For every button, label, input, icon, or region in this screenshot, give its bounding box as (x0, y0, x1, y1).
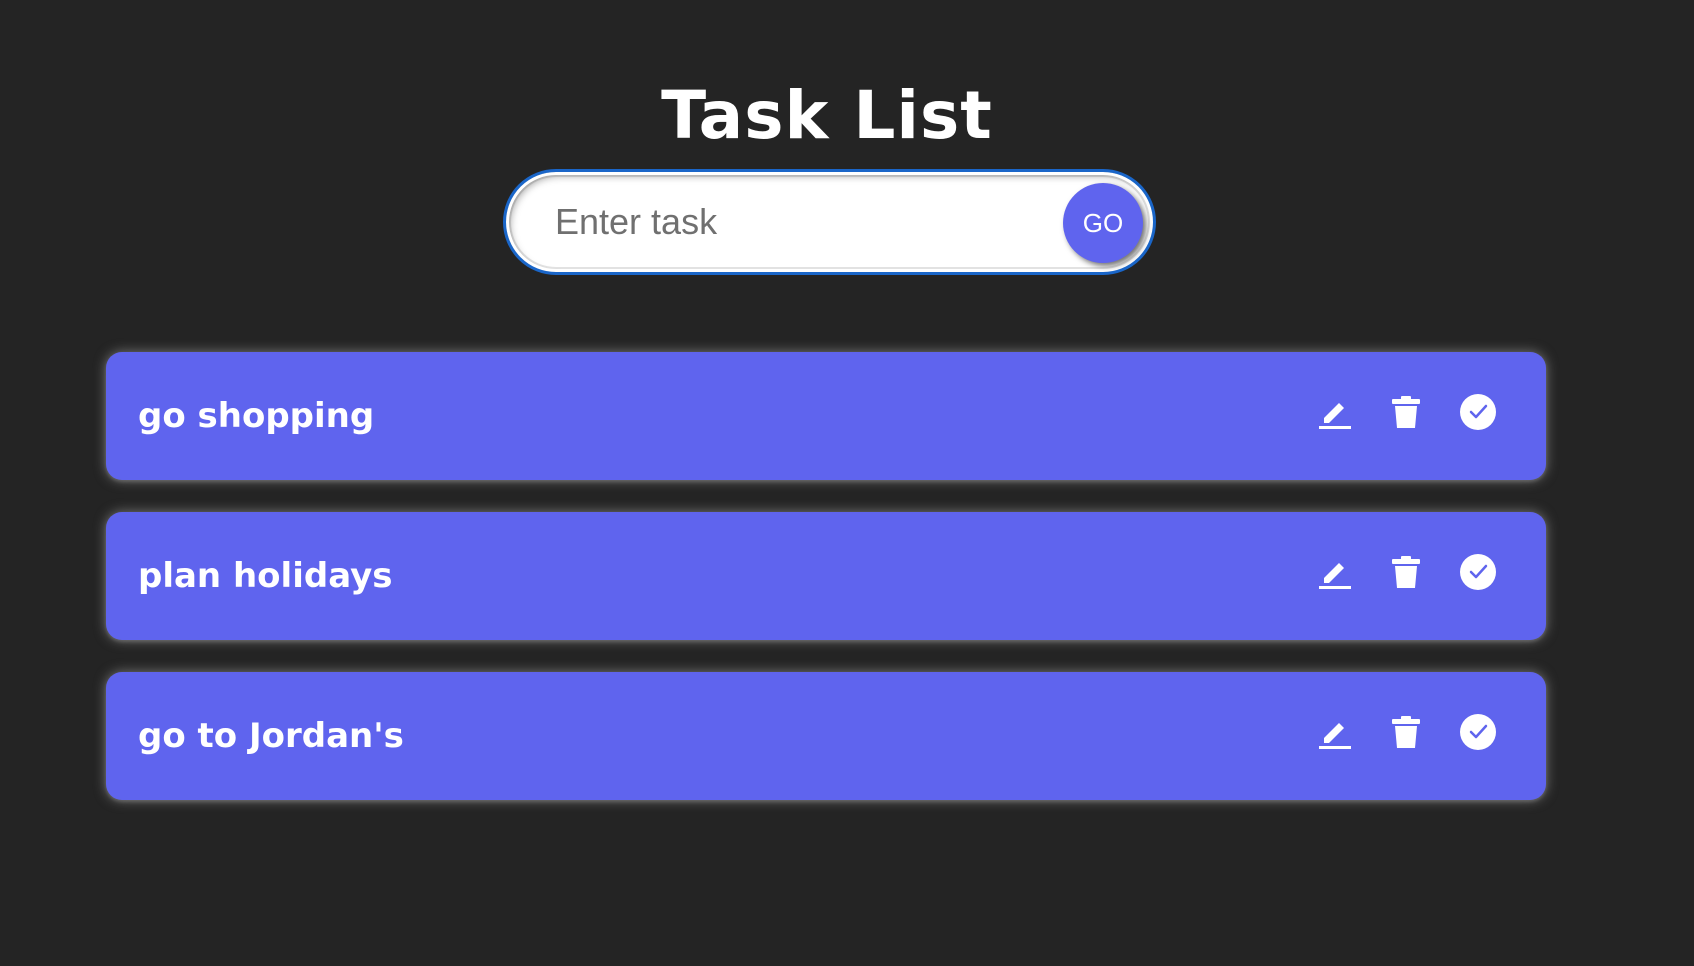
task-label: go to Jordan's (138, 716, 404, 756)
task-actions (1282, 552, 1498, 592)
pencil-icon[interactable] (1314, 392, 1354, 432)
pencil-icon[interactable] (1314, 552, 1354, 592)
task-list: go shopping plan holidays go to Jordan's (106, 352, 1546, 832)
task-label: go shopping (138, 396, 375, 436)
check-circle-icon[interactable] (1458, 552, 1498, 592)
task-item: go to Jordan's (106, 672, 1546, 800)
trash-icon[interactable] (1386, 392, 1426, 432)
task-label: plan holidays (138, 556, 393, 596)
task-actions (1282, 392, 1498, 432)
task-actions (1282, 712, 1498, 752)
task-item: plan holidays (106, 512, 1546, 640)
page-title: Task List (661, 77, 993, 155)
task-input[interactable] (526, 186, 1075, 258)
go-button[interactable]: GO (1063, 183, 1143, 263)
pencil-icon[interactable] (1314, 712, 1354, 752)
task-item: go shopping (106, 352, 1546, 480)
trash-icon[interactable] (1386, 552, 1426, 592)
check-circle-icon[interactable] (1458, 392, 1498, 432)
trash-icon[interactable] (1386, 712, 1426, 752)
task-form: GO (503, 169, 1156, 275)
check-circle-icon[interactable] (1458, 712, 1498, 752)
